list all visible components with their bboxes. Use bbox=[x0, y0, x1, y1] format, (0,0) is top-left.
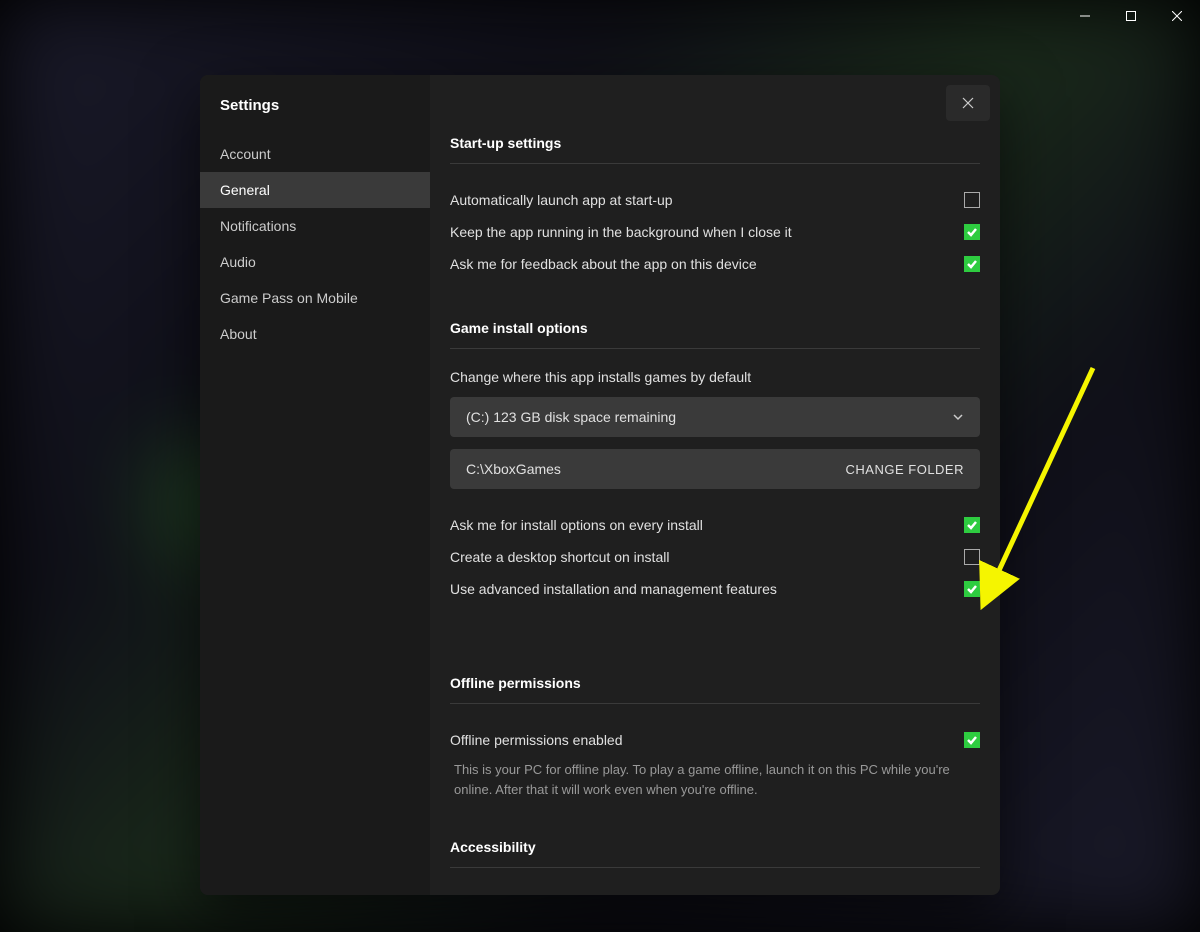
section-install: Game install options Change where this a… bbox=[450, 320, 980, 605]
close-window-button[interactable] bbox=[1154, 0, 1200, 32]
checkbox-keep-running[interactable] bbox=[964, 224, 980, 240]
row-advanced-install: Use advanced installation and management… bbox=[450, 573, 980, 605]
sidebar-item-gamepass-mobile[interactable]: Game Pass on Mobile bbox=[200, 280, 430, 316]
checkbox-advanced-install[interactable] bbox=[964, 581, 980, 597]
section-startup: Start-up settings Automatically launch a… bbox=[450, 135, 980, 280]
window-titlebar bbox=[0, 0, 1200, 32]
install-desc: Change where this app installs games by … bbox=[450, 369, 980, 385]
change-folder-button[interactable]: CHANGE FOLDER bbox=[846, 462, 964, 477]
close-icon bbox=[962, 97, 974, 109]
settings-sidebar: Settings Account General Notifications A… bbox=[200, 75, 430, 895]
label-feedback: Ask me for feedback about the app on thi… bbox=[450, 256, 757, 272]
check-icon bbox=[966, 734, 978, 746]
sidebar-item-about[interactable]: About bbox=[200, 316, 430, 352]
section-title-install: Game install options bbox=[450, 320, 980, 349]
sidebar-item-account[interactable]: Account bbox=[200, 136, 430, 172]
drive-dropdown[interactable]: (C:) 123 GB disk space remaining bbox=[450, 397, 980, 437]
row-auto-launch: Automatically launch app at start-up bbox=[450, 184, 980, 216]
sidebar-title: Settings bbox=[200, 97, 430, 136]
label-auto-launch: Automatically launch app at start-up bbox=[450, 192, 673, 208]
drive-value: (C:) 123 GB disk space remaining bbox=[466, 409, 676, 425]
section-offline: Offline permissions Offline permissions … bbox=[450, 675, 980, 799]
folder-path: C:\XboxGames bbox=[466, 461, 561, 477]
row-install-options: Ask me for install options on every inst… bbox=[450, 509, 980, 541]
chevron-down-icon bbox=[952, 411, 964, 423]
check-icon bbox=[966, 583, 978, 595]
offline-helper-text: This is your PC for offline play. To pla… bbox=[450, 760, 980, 799]
row-keep-running: Keep the app running in the background w… bbox=[450, 216, 980, 248]
check-icon bbox=[966, 226, 978, 238]
sidebar-item-audio[interactable]: Audio bbox=[200, 244, 430, 280]
settings-dialog: Settings Account General Notifications A… bbox=[200, 75, 1000, 895]
row-offline-enabled: Offline permissions enabled bbox=[450, 724, 980, 756]
checkbox-feedback[interactable] bbox=[964, 256, 980, 272]
label-keep-running: Keep the app running in the background w… bbox=[450, 224, 792, 240]
sidebar-item-general[interactable]: General bbox=[200, 172, 430, 208]
settings-content: Start-up settings Automatically launch a… bbox=[430, 75, 1000, 895]
row-desktop-shortcut: Create a desktop shortcut on install bbox=[450, 541, 980, 573]
row-feedback: Ask me for feedback about the app on thi… bbox=[450, 248, 980, 280]
checkbox-install-options[interactable] bbox=[964, 517, 980, 533]
label-install-options: Ask me for install options on every inst… bbox=[450, 517, 703, 533]
section-accessibility: Accessibility bbox=[450, 839, 980, 868]
checkbox-desktop-shortcut[interactable] bbox=[964, 549, 980, 565]
label-offline-enabled: Offline permissions enabled bbox=[450, 732, 623, 748]
checkbox-auto-launch[interactable] bbox=[964, 192, 980, 208]
section-title-startup: Start-up settings bbox=[450, 135, 980, 164]
checkbox-offline-enabled[interactable] bbox=[964, 732, 980, 748]
label-desktop-shortcut: Create a desktop shortcut on install bbox=[450, 549, 669, 565]
section-title-offline: Offline permissions bbox=[450, 675, 980, 704]
close-dialog-button[interactable] bbox=[946, 85, 990, 121]
minimize-button[interactable] bbox=[1062, 0, 1108, 32]
label-advanced-install: Use advanced installation and management… bbox=[450, 581, 777, 597]
check-icon bbox=[966, 258, 978, 270]
maximize-button[interactable] bbox=[1108, 0, 1154, 32]
folder-row: C:\XboxGames CHANGE FOLDER bbox=[450, 449, 980, 489]
check-icon bbox=[966, 519, 978, 531]
sidebar-item-notifications[interactable]: Notifications bbox=[200, 208, 430, 244]
section-title-accessibility: Accessibility bbox=[450, 839, 980, 868]
